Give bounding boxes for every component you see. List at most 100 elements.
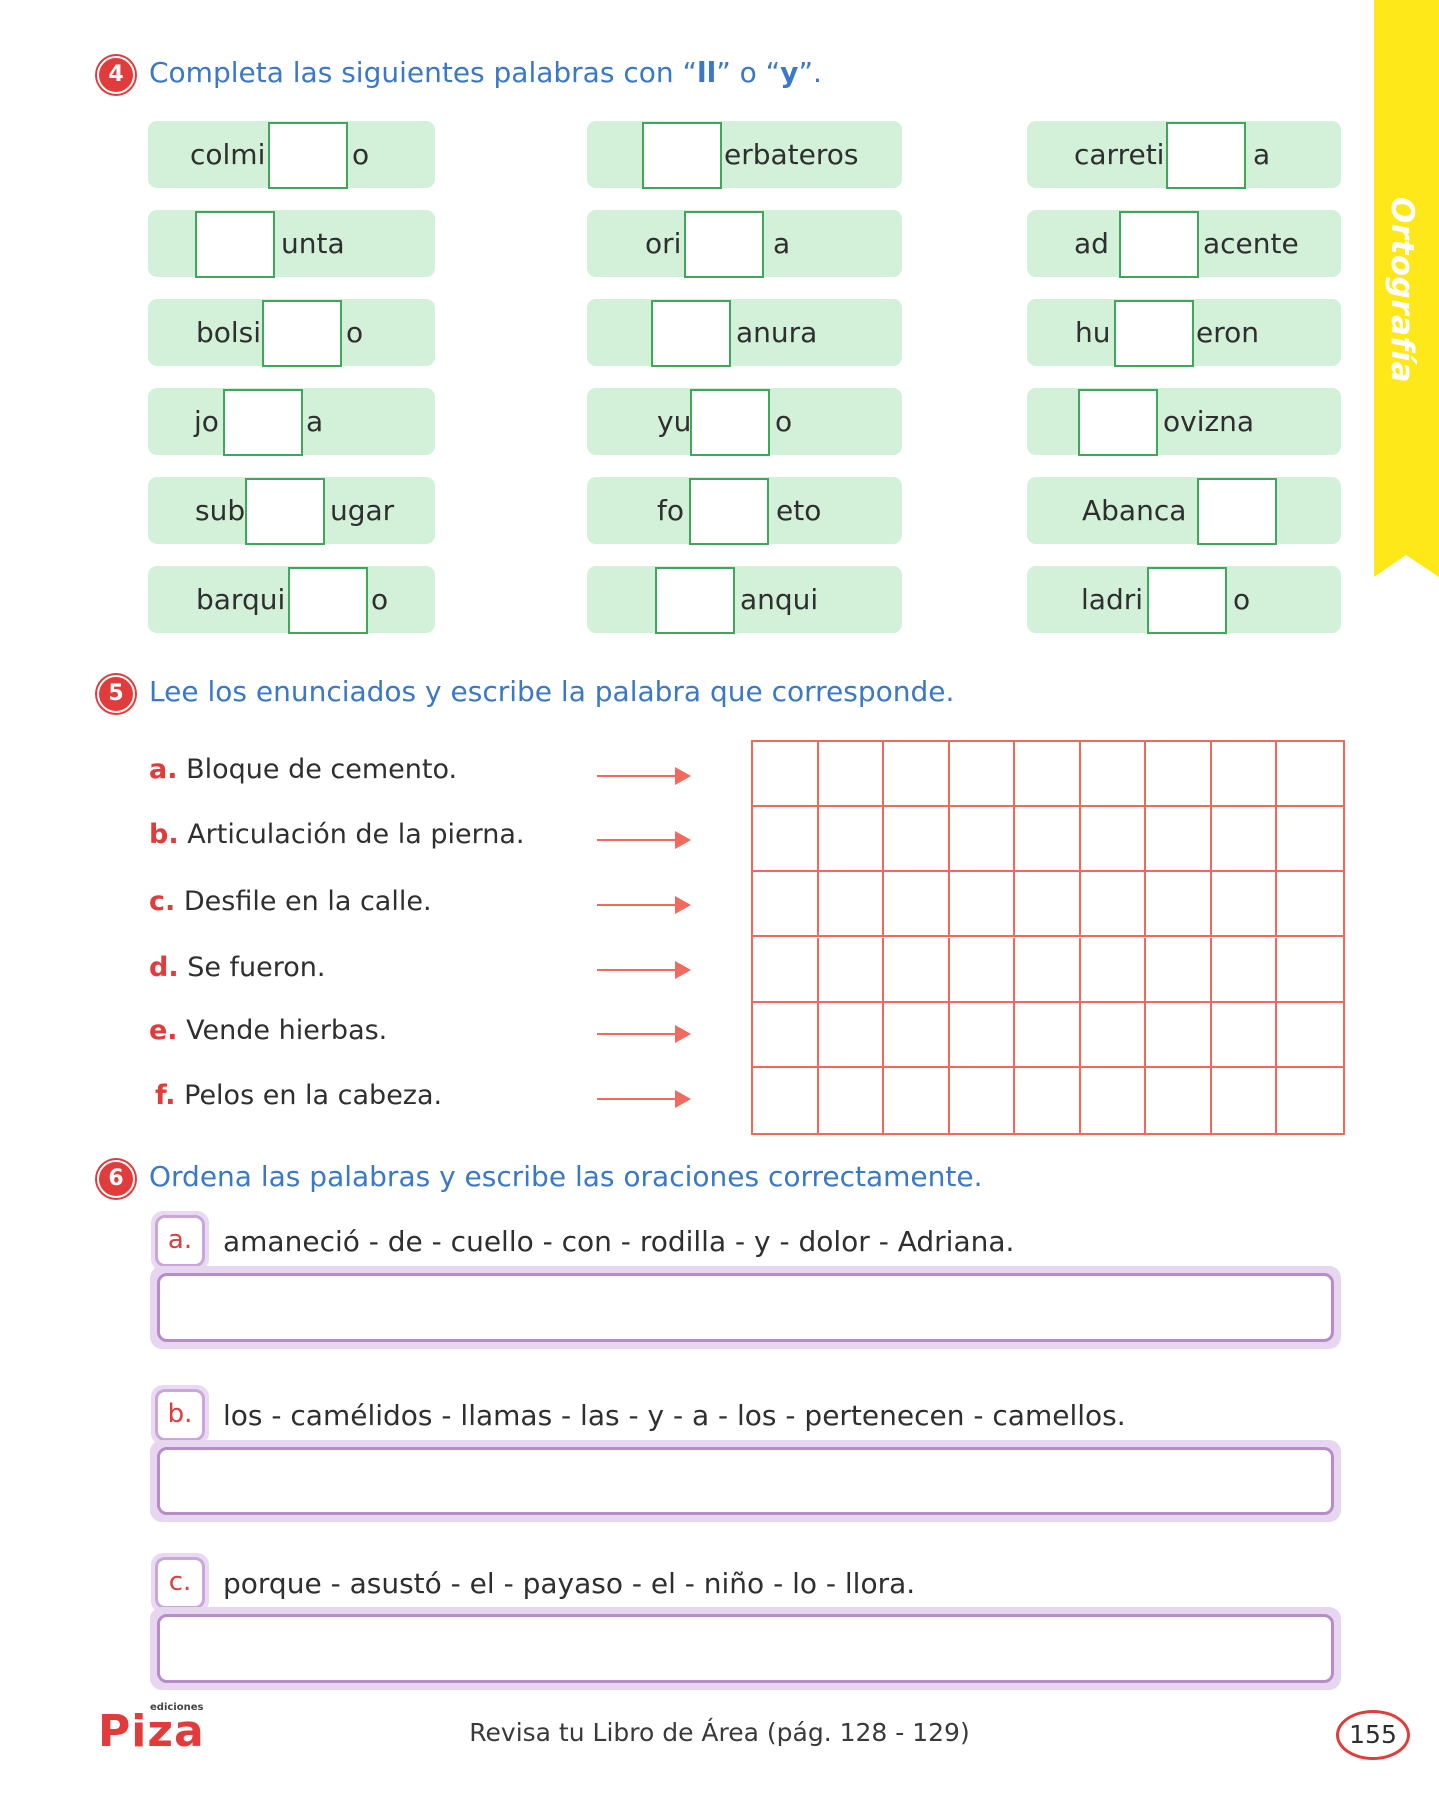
letter-input-box[interactable] bbox=[651, 300, 731, 367]
letter-input-box[interactable] bbox=[1078, 389, 1158, 456]
grid-cell[interactable] bbox=[753, 807, 819, 873]
grid-cell[interactable] bbox=[1080, 807, 1147, 873]
grid-cell[interactable] bbox=[1146, 1067, 1212, 1133]
grid-cell[interactable] bbox=[1277, 872, 1343, 938]
grid-cell[interactable] bbox=[818, 807, 885, 873]
grid-cell[interactable] bbox=[1146, 1002, 1212, 1068]
word-prefix: hu bbox=[1075, 316, 1111, 349]
grid-cell[interactable] bbox=[884, 937, 950, 1003]
grid-cell[interactable] bbox=[1211, 937, 1278, 1003]
grid-cell[interactable] bbox=[949, 807, 1016, 873]
arrow-right-icon bbox=[597, 1025, 691, 1043]
grid-cell[interactable] bbox=[884, 807, 950, 873]
grid-cell[interactable] bbox=[949, 872, 1016, 938]
word-suffix: o bbox=[775, 405, 793, 438]
answer-field[interactable] bbox=[157, 1614, 1334, 1683]
letter-input-box[interactable] bbox=[690, 389, 770, 456]
letter-input-box[interactable] bbox=[1114, 300, 1194, 367]
word-card: ad acente bbox=[1027, 210, 1341, 278]
grid-cell[interactable] bbox=[1146, 937, 1212, 1003]
grid-cell[interactable] bbox=[949, 1002, 1016, 1068]
grid-cell[interactable] bbox=[1277, 938, 1343, 1003]
grid-cell[interactable] bbox=[1211, 872, 1278, 938]
word-prefix: carreti bbox=[1074, 138, 1165, 171]
word-card: ladri o bbox=[1027, 566, 1341, 634]
clue-text: Vende hierbas. bbox=[186, 1015, 388, 1046]
grid-cell[interactable] bbox=[950, 1067, 1016, 1133]
letter-input-box[interactable] bbox=[684, 211, 764, 278]
letter-input-box[interactable] bbox=[288, 567, 368, 634]
section-4-number: 4 bbox=[97, 56, 135, 94]
letter-input-box[interactable] bbox=[1197, 478, 1277, 545]
grid-cell[interactable] bbox=[1080, 1002, 1147, 1068]
grid-cell[interactable] bbox=[1015, 1067, 1081, 1133]
letter-input-box[interactable] bbox=[1147, 567, 1227, 634]
letter-input-box[interactable] bbox=[223, 389, 303, 456]
grid-cell[interactable] bbox=[1015, 1002, 1081, 1068]
grid-cell[interactable] bbox=[1211, 807, 1278, 873]
word-card: jo a bbox=[148, 388, 435, 456]
grid-cell[interactable] bbox=[819, 1067, 885, 1133]
grid-cell[interactable] bbox=[818, 872, 885, 938]
arrow-right-icon bbox=[597, 1090, 691, 1108]
grid-cell[interactable] bbox=[753, 1002, 819, 1068]
grid-cell[interactable] bbox=[1015, 742, 1081, 808]
grid-cell[interactable] bbox=[1015, 872, 1081, 938]
grid-cell[interactable] bbox=[884, 742, 950, 808]
answer-field[interactable] bbox=[157, 1447, 1334, 1515]
grid-cell[interactable] bbox=[884, 1002, 950, 1068]
scrambled-words: amaneció - de - cuello - con - rodilla -… bbox=[223, 1225, 1015, 1258]
grid-cell[interactable] bbox=[884, 1067, 950, 1133]
letter-input-box[interactable] bbox=[689, 478, 769, 545]
arrow-right-icon bbox=[597, 831, 691, 849]
answer-field[interactable] bbox=[157, 1273, 1334, 1342]
grid-cell[interactable] bbox=[1146, 742, 1212, 808]
letter-input-box[interactable] bbox=[268, 122, 348, 189]
grid-cell[interactable] bbox=[1015, 937, 1081, 1003]
word-suffix: erbateros bbox=[724, 138, 859, 171]
grid-cell[interactable] bbox=[949, 937, 1016, 1003]
word-card: erbateros bbox=[587, 121, 902, 189]
letter-input-box[interactable] bbox=[1119, 211, 1199, 278]
grid-cell[interactable] bbox=[1080, 742, 1147, 808]
grid-cell[interactable] bbox=[818, 937, 885, 1003]
section-6-number: 6 bbox=[97, 1160, 135, 1198]
grid-cell[interactable] bbox=[1015, 807, 1081, 873]
letter-input-box[interactable] bbox=[1166, 122, 1246, 189]
grid-cell[interactable] bbox=[1146, 872, 1212, 938]
letter-input-box[interactable] bbox=[655, 567, 735, 634]
letter-input-box[interactable] bbox=[245, 478, 325, 545]
grid-cell[interactable] bbox=[1080, 872, 1147, 938]
clue-text: Bloque de cemento. bbox=[186, 754, 458, 785]
clue-letter: d. bbox=[149, 952, 179, 983]
letter-input-box[interactable] bbox=[642, 122, 722, 189]
grid-cell[interactable] bbox=[753, 872, 819, 938]
grid-cell[interactable] bbox=[818, 1002, 885, 1068]
grid-cell[interactable] bbox=[1211, 1002, 1278, 1068]
grid-cell[interactable] bbox=[1277, 1068, 1343, 1133]
answer-grid bbox=[751, 740, 1345, 1135]
grid-cell[interactable] bbox=[753, 742, 819, 808]
word-suffix: a bbox=[773, 227, 791, 260]
word-suffix: o bbox=[1233, 583, 1251, 616]
grid-cell[interactable] bbox=[1277, 807, 1343, 873]
letter-input-box[interactable] bbox=[262, 300, 342, 367]
grid-cell[interactable] bbox=[949, 742, 1016, 808]
grid-cell[interactable] bbox=[1080, 937, 1147, 1003]
grid-cell[interactable] bbox=[818, 742, 885, 808]
grid-cell[interactable] bbox=[1277, 742, 1343, 808]
grid-cell[interactable] bbox=[753, 1067, 819, 1133]
answer-field-frame bbox=[150, 1440, 1341, 1522]
grid-cell[interactable] bbox=[884, 872, 950, 938]
grid-cell[interactable] bbox=[1277, 1003, 1343, 1068]
answer-field-frame bbox=[150, 1607, 1341, 1690]
word-suffix: a bbox=[1253, 138, 1271, 171]
page-number: 155 bbox=[1336, 1710, 1410, 1760]
letter-input-box[interactable] bbox=[195, 211, 275, 278]
grid-cell[interactable] bbox=[1146, 807, 1212, 873]
grid-cell[interactable] bbox=[1211, 742, 1278, 808]
grid-cell[interactable] bbox=[1212, 1067, 1278, 1133]
grid-cell[interactable] bbox=[1081, 1067, 1147, 1133]
section-6-title: Ordena las palabras y escribe las oracio… bbox=[149, 1160, 983, 1193]
grid-cell[interactable] bbox=[753, 937, 819, 1003]
